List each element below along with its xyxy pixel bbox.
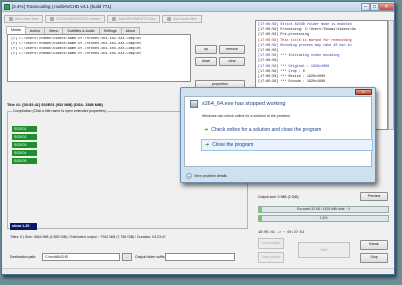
arrow-icon: ➔ [205, 142, 210, 148]
elapsed-time: 18:05:41 -> ~ 04:27:51 [258, 231, 305, 235]
tab-author[interactable]: Author [24, 27, 46, 34]
status-bar [2, 268, 394, 274]
log-line: [17:06:56] *** Encode : 1920x1080 [258, 80, 326, 85]
tab-subtitles-audio[interactable]: Subtitles & Audio [62, 27, 100, 34]
browse-button[interactable]: ... [122, 253, 132, 261]
break-button[interactable]: Break [360, 240, 388, 250]
video-icon [9, 16, 13, 21]
preview-button[interactable]: Preview [360, 192, 388, 201]
load-project-button[interactable]: Load project [258, 238, 284, 249]
check-online-option[interactable]: ➔ Check online for a solution and close … [201, 124, 373, 136]
chapter-item[interactable]: S02E02 [12, 134, 37, 140]
stop-button[interactable]: Stop [360, 253, 388, 263]
tab-about[interactable]: About [120, 27, 140, 34]
tab-bar: Media Author Menu Subtitles & Audio Sett… [6, 26, 140, 34]
tab-menu[interactable]: Menu [44, 27, 64, 34]
clear-button[interactable]: clear [219, 57, 245, 66]
add-mpg-files-button[interactable]: Add MPG/MP4/TS files [107, 14, 161, 23]
film-icon [112, 16, 117, 21]
window-title: [2.4%] Transcoding | multiAVCHD v4.1 (bu… [12, 4, 112, 9]
window-close-button[interactable]: ✕ [379, 2, 394, 11]
arrow-icon: ➔ [204, 127, 209, 133]
tab-settings[interactable]: Settings [98, 27, 122, 34]
chapter-item[interactable]: S02E03 [12, 142, 37, 148]
folder-icon [50, 16, 55, 21]
app-icon [4, 3, 10, 10]
audio-icon [167, 16, 172, 21]
show-range-box[interactable]: show 1-20 [10, 223, 37, 230]
dialog-title: x264_64.exe has stopped working [202, 101, 286, 107]
list-item[interactable]: (f) C:\Users\Thomas\Videos\Game.Of.Thron… [11, 52, 187, 57]
crash-dialog: X x264_64.exe has stopped working Window… [180, 87, 376, 183]
suffix-label: Output folder suffix: [135, 255, 166, 259]
compilation-label: Compilation (Click a title name to open … [12, 109, 107, 113]
output-size: Output size: 0 MiB (0 GiB) [258, 195, 299, 199]
remove-button[interactable]: remove [219, 45, 245, 54]
save-project-button[interactable]: Save project [258, 252, 284, 263]
maximize-button[interactable]: □ [370, 2, 379, 11]
add-video-files-button[interactable]: Add video files [4, 14, 44, 23]
close-program-option[interactable]: ➔ Close the program [201, 139, 373, 151]
log-scrollbar[interactable] [388, 20, 394, 130]
dialog-close-button[interactable]: X [355, 89, 372, 95]
chapter-item[interactable]: S02E05 [12, 158, 37, 164]
suffix-input[interactable] [165, 253, 235, 261]
file-list[interactable]: (f) C:\Users\Thomas\Videos\Game.Of.Thron… [7, 34, 191, 82]
destination-input[interactable]: C:\multiAVCHD [42, 253, 120, 261]
chapter-item[interactable]: S02E04 [12, 150, 37, 156]
view-details-toggle[interactable]: ⌄ View problem details [186, 173, 227, 179]
up-button[interactable]: up [195, 45, 217, 54]
title-info: Title #1: [00:52:41] S02E01 (932 MiB) (D… [7, 103, 103, 107]
destination-label: Destination path: [10, 255, 37, 259]
summary-info: Titles: 5 | Size: 4664 MiB (4.555 GiB) /… [10, 235, 166, 239]
chevron-down-icon: ⌄ [186, 173, 192, 179]
percent-progress-fill [259, 216, 263, 221]
add-audio-files-button[interactable]: Add audio files [162, 14, 202, 23]
dialog-subtitle: Windows can check online for a solution … [202, 114, 291, 118]
program-icon [190, 100, 198, 108]
dialog-body: x264_64.exe has stopped working Windows … [184, 96, 373, 167]
title-bar[interactable]: [2.4%] Transcoding | multiAVCHD v4.1 (bu… [2, 2, 394, 12]
avchd-folders-button[interactable]: AVCHD/BDMV/DVD folders [45, 14, 106, 23]
percent-progress: 2.4% [258, 215, 389, 222]
start-button[interactable]: Start [298, 242, 350, 258]
tab-media[interactable]: Media [6, 26, 26, 34]
encoded-progress: Encoded 33.58 / 1425 MiB total: ~1 [258, 206, 389, 213]
chapter-item[interactable]: S02E01 [12, 126, 37, 132]
encoded-progress-fill [259, 207, 263, 212]
minimize-button[interactable]: – [361, 2, 370, 11]
down-button[interactable]: down [195, 57, 217, 66]
